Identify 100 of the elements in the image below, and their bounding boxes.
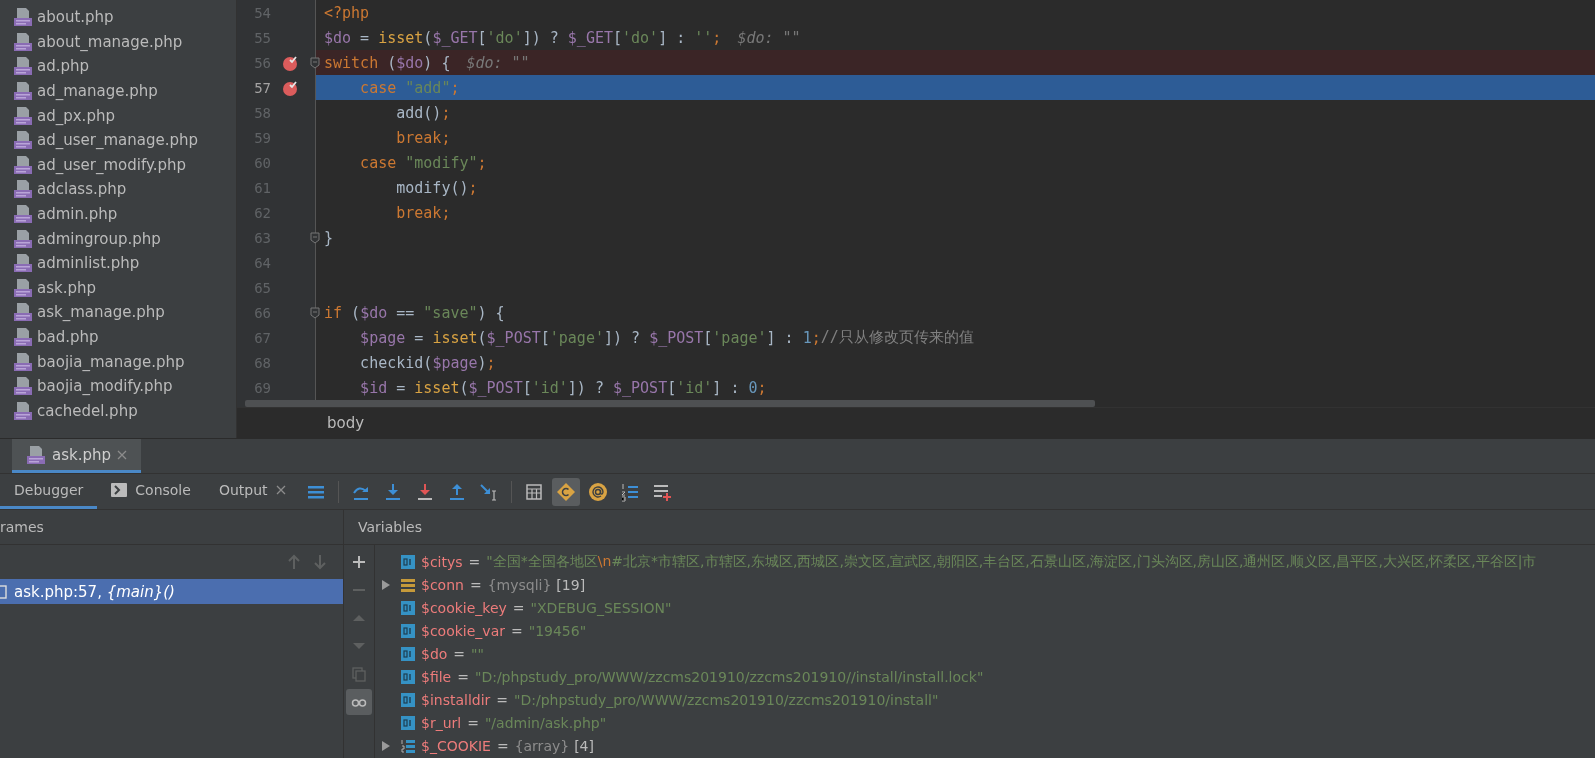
panel-title: rames bbox=[0, 519, 44, 535]
object-icon bbox=[401, 577, 415, 592]
php-file-icon bbox=[13, 400, 33, 421]
variable-name: $r_url bbox=[421, 715, 462, 732]
variable-name: $conn bbox=[421, 576, 464, 593]
value-icon bbox=[401, 716, 415, 731]
file-name[interactable]: baojia_manage.php bbox=[37, 352, 185, 371]
line-number: 57 bbox=[253, 79, 271, 96]
equals-sign: = bbox=[469, 576, 482, 593]
close-icon[interactable] bbox=[117, 449, 127, 460]
calculator-icon bbox=[523, 481, 544, 502]
php-file-icon bbox=[13, 179, 33, 200]
code-line: $page = isset($_POST['page']) ? $_POST['page'] : 1;//只从修改页传来的值 bbox=[359, 327, 975, 349]
variable-value: {mysqli} [19] bbox=[487, 576, 586, 593]
variable-name: $installdir bbox=[421, 692, 491, 709]
fold-icon[interactable] bbox=[310, 56, 320, 69]
expand-icon[interactable] bbox=[381, 740, 391, 753]
variable-value: "19456" bbox=[528, 622, 587, 639]
array-icon bbox=[401, 739, 415, 754]
fold-icon[interactable] bbox=[310, 306, 320, 319]
breakpoint-icon[interactable] bbox=[282, 54, 298, 71]
php-file-icon bbox=[13, 204, 33, 225]
equals-sign: = bbox=[510, 622, 523, 639]
breakpoint-icon[interactable] bbox=[282, 79, 298, 96]
file-name[interactable]: adminlist.php bbox=[37, 254, 140, 273]
equals-sign: = bbox=[467, 715, 479, 732]
value-icon bbox=[401, 623, 415, 638]
php-file-icon bbox=[13, 7, 33, 28]
file-name[interactable]: bad.php bbox=[37, 328, 99, 346]
file-name[interactable]: ad_manage.php bbox=[37, 82, 158, 101]
equals-sign: = bbox=[496, 738, 509, 755]
variable-value: "全国*全国各地区\n#北京*市辖区,市辖区,东城区,西城区,崇文区,宣武区,朝阳区,丰台区,石景山区,海淀区,门头沟区,房山区,通州区,顺义区,昌平区,大兴区,怀柔区,平谷区|市 bbox=[486, 552, 1537, 571]
code-line: case "modify"; bbox=[359, 152, 488, 174]
equals-sign: = bbox=[457, 669, 469, 686]
fold-icon[interactable] bbox=[310, 231, 320, 244]
stack-frame[interactable]: ask.php:57, {main}() bbox=[0, 579, 343, 604]
equals-sign: = bbox=[468, 553, 481, 570]
variable-value: "D:/phpstudy_pro/WWW/zzcms201910/zzcms201910/install" bbox=[514, 692, 939, 709]
breadcrumb[interactable]: body bbox=[327, 414, 365, 433]
php-file-icon bbox=[13, 56, 33, 77]
php-file-icon bbox=[13, 327, 33, 347]
panel-tab[interactable]: Output bbox=[204, 474, 300, 509]
file-name[interactable]: ad_px.php bbox=[37, 106, 115, 125]
console-icon bbox=[111, 483, 128, 497]
panel-tab[interactable]: Console bbox=[97, 474, 205, 509]
numbered-list-icon bbox=[619, 481, 640, 502]
code-line: checkid($page); bbox=[359, 352, 497, 374]
file-name[interactable]: about_manage.php bbox=[37, 32, 183, 51]
file-name[interactable]: ad_user_manage.php bbox=[37, 131, 198, 150]
session-tab[interactable]: ask.php bbox=[12, 439, 141, 473]
equals-sign: = bbox=[453, 646, 466, 662]
code-line: break; bbox=[395, 127, 452, 149]
php-file-icon bbox=[13, 351, 33, 372]
code-line: <?php bbox=[323, 2, 371, 24]
file-name[interactable]: adclass.php bbox=[37, 180, 127, 199]
php-file-icon bbox=[13, 81, 33, 102]
file-name[interactable]: ad_user_modify.php bbox=[37, 155, 186, 174]
close-icon[interactable] bbox=[275, 485, 286, 495]
file-name[interactable]: ask.php bbox=[37, 278, 96, 297]
code-line: } bbox=[323, 227, 335, 249]
panel-tab[interactable]: Debugger bbox=[0, 474, 98, 509]
php-file-icon bbox=[13, 154, 33, 175]
php-file-icon bbox=[13, 130, 33, 151]
php-file-icon bbox=[13, 376, 33, 397]
value-icon bbox=[401, 600, 415, 615]
code-line: $do = isset($_GET['do']) ? $_GET['do'] : ''; $do: "" bbox=[323, 27, 802, 49]
php-file-icon bbox=[26, 444, 46, 465]
run-to-cursor-icon bbox=[478, 481, 499, 502]
side-button[interactable] bbox=[346, 689, 372, 715]
code-line: $id = isset($_POST['id']) ? $_POST['id'] : 0; bbox=[359, 377, 768, 399]
variable-value: {array} [4] bbox=[514, 738, 594, 755]
file-name[interactable]: cachedel.php bbox=[37, 401, 138, 420]
variable-name: $_COOKIE bbox=[421, 738, 491, 755]
file-name[interactable]: admin.php bbox=[37, 205, 118, 224]
variable-name: $cookie_var bbox=[421, 622, 505, 639]
file-name[interactable]: admingroup.php bbox=[37, 229, 161, 248]
scrollbar[interactable] bbox=[245, 400, 1095, 408]
file-name[interactable]: ad.php bbox=[37, 57, 90, 76]
toolbar-button[interactable] bbox=[551, 477, 580, 506]
arrow-up-icon[interactable] bbox=[287, 554, 301, 570]
variable-value: "" bbox=[471, 646, 484, 662]
file-name[interactable]: baojia_modify.php bbox=[37, 377, 173, 396]
constant-icon bbox=[555, 481, 576, 502]
file-name[interactable]: about.php bbox=[37, 8, 114, 27]
php-file-icon bbox=[13, 228, 33, 249]
variable-value: "/admin/ask.php" bbox=[484, 715, 607, 732]
variable-name: $citys bbox=[421, 553, 463, 570]
at-sign-icon bbox=[587, 481, 608, 502]
variable-name: $cookie_key bbox=[421, 599, 507, 616]
php-file-icon bbox=[13, 277, 33, 298]
arrow-down-icon[interactable] bbox=[313, 554, 327, 570]
variable-value: "XDEBUG_SESSION" bbox=[530, 599, 672, 616]
expand-icon[interactable] bbox=[381, 578, 391, 591]
variable-value: "D:/phpstudy_pro/WWW/zzcms201910/zzcms201910//install/install.lock" bbox=[474, 669, 984, 686]
value-icon bbox=[401, 693, 415, 708]
code-line: modify(); bbox=[395, 177, 479, 199]
file-name[interactable]: ask_manage.php bbox=[37, 303, 165, 322]
value-icon bbox=[401, 670, 415, 685]
equals-sign: = bbox=[496, 692, 509, 709]
code-line: break; bbox=[395, 202, 452, 224]
